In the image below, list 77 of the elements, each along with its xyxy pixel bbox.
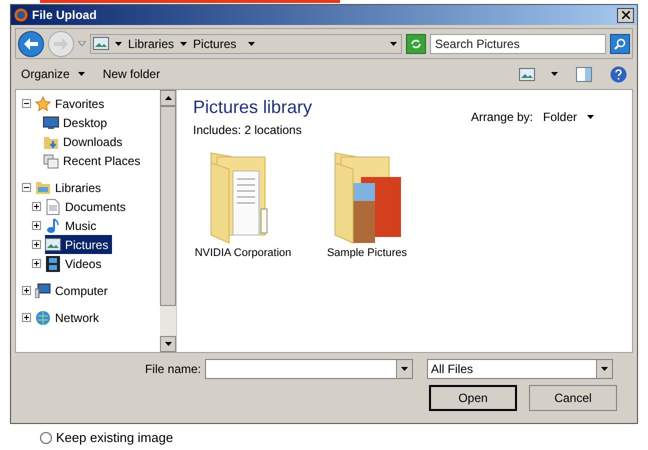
tree-item[interactable]: Recent Places bbox=[43, 151, 144, 170]
tree-item[interactable]: Favorites bbox=[35, 94, 108, 113]
library-folder-icon bbox=[35, 180, 51, 195]
expand-toggle[interactable] bbox=[22, 313, 31, 322]
file-name-label: File name: bbox=[144, 361, 201, 378]
refresh-icon bbox=[410, 38, 422, 50]
history-caret-icon bbox=[78, 41, 86, 46]
caret-icon bbox=[551, 72, 558, 76]
refresh-button[interactable] bbox=[406, 34, 426, 54]
caret-icon bbox=[180, 42, 188, 46]
music-note-icon bbox=[46, 218, 60, 234]
search-icon bbox=[614, 38, 626, 50]
breadcrumb-item[interactable]: Libraries bbox=[128, 34, 174, 52]
tree-item[interactable]: Documents bbox=[45, 197, 130, 216]
caret-icon bbox=[587, 115, 594, 119]
caret-icon bbox=[390, 42, 397, 46]
expand-toggle[interactable] bbox=[32, 259, 41, 268]
caret-icon bbox=[248, 42, 256, 46]
file-type-dropdown[interactable]: All Files bbox=[427, 359, 613, 379]
window-title: File Upload bbox=[32, 7, 97, 24]
tree-item[interactable]: Downloads bbox=[43, 132, 126, 151]
caret-icon bbox=[164, 342, 172, 346]
preview-pane-icon bbox=[576, 66, 592, 82]
tree-item[interactable]: Libraries bbox=[35, 178, 106, 197]
caret-icon bbox=[115, 42, 122, 46]
monitor-icon bbox=[43, 116, 59, 130]
library-subtitle: Includes: 2 locations bbox=[193, 122, 303, 139]
expand-toggle[interactable] bbox=[32, 240, 41, 249]
help-icon bbox=[610, 66, 627, 82]
recent-places-icon bbox=[43, 152, 59, 168]
caret-icon bbox=[601, 367, 608, 371]
back-button[interactable] bbox=[18, 30, 44, 56]
search-field[interactable]: Search Pictures bbox=[430, 34, 606, 54]
caret-icon bbox=[78, 72, 85, 76]
library-title: Pictures library bbox=[193, 96, 312, 119]
file-name-field[interactable] bbox=[205, 359, 413, 379]
search-button[interactable] bbox=[610, 34, 630, 54]
caret-icon bbox=[401, 367, 408, 371]
expand-toggle[interactable] bbox=[22, 286, 31, 295]
tree-item[interactable]: Desktop bbox=[43, 113, 112, 132]
caret-up-icon bbox=[164, 96, 172, 100]
folder-item[interactable]: NVIDIA Corporation bbox=[193, 149, 293, 262]
tree-item[interactable]: Computer bbox=[35, 281, 112, 300]
back-arrow-icon bbox=[24, 38, 38, 50]
close-button[interactable] bbox=[617, 8, 634, 22]
new-folder-button[interactable]: New folder bbox=[102, 65, 160, 83]
breadcrumb-item[interactable]: Pictures bbox=[193, 34, 236, 52]
expand-toggle[interactable] bbox=[32, 221, 41, 230]
document-icon bbox=[46, 198, 60, 214]
browser-icon bbox=[14, 8, 28, 22]
film-strip-icon bbox=[46, 256, 60, 272]
folder-item[interactable]: Sample Pictures bbox=[317, 149, 417, 262]
picture-icon bbox=[519, 68, 535, 80]
organize-button[interactable]: Organize bbox=[21, 65, 85, 83]
forward-arrow-icon bbox=[54, 38, 68, 50]
radio-label: Keep existing image bbox=[56, 429, 174, 447]
tree-item[interactable]: Videos bbox=[45, 254, 106, 273]
picture-icon bbox=[93, 37, 109, 50]
globe-icon bbox=[35, 310, 51, 326]
scrollbar[interactable] bbox=[160, 90, 176, 352]
tree-item[interactable]: Pictures bbox=[45, 235, 112, 254]
collapse-toggle[interactable] bbox=[22, 183, 31, 192]
address-bar[interactable]: Libraries Pictures bbox=[90, 34, 402, 54]
arrange-by-label: Arrange by: bbox=[470, 109, 533, 126]
tree-item[interactable]: Music bbox=[45, 216, 100, 235]
cancel-button[interactable]: Cancel bbox=[529, 385, 617, 411]
radio-button[interactable] bbox=[40, 432, 52, 444]
picture-icon bbox=[45, 238, 61, 251]
expand-toggle[interactable] bbox=[32, 202, 41, 211]
collapse-toggle[interactable] bbox=[22, 99, 31, 108]
arrange-by-dropdown[interactable]: Folder bbox=[542, 108, 594, 126]
computer-icon bbox=[35, 283, 51, 298]
view-button[interactable] bbox=[519, 68, 558, 80]
tree-item[interactable]: Network bbox=[35, 308, 104, 327]
close-icon bbox=[622, 11, 630, 19]
star-icon bbox=[35, 96, 51, 112]
open-button[interactable]: Open bbox=[429, 385, 517, 411]
